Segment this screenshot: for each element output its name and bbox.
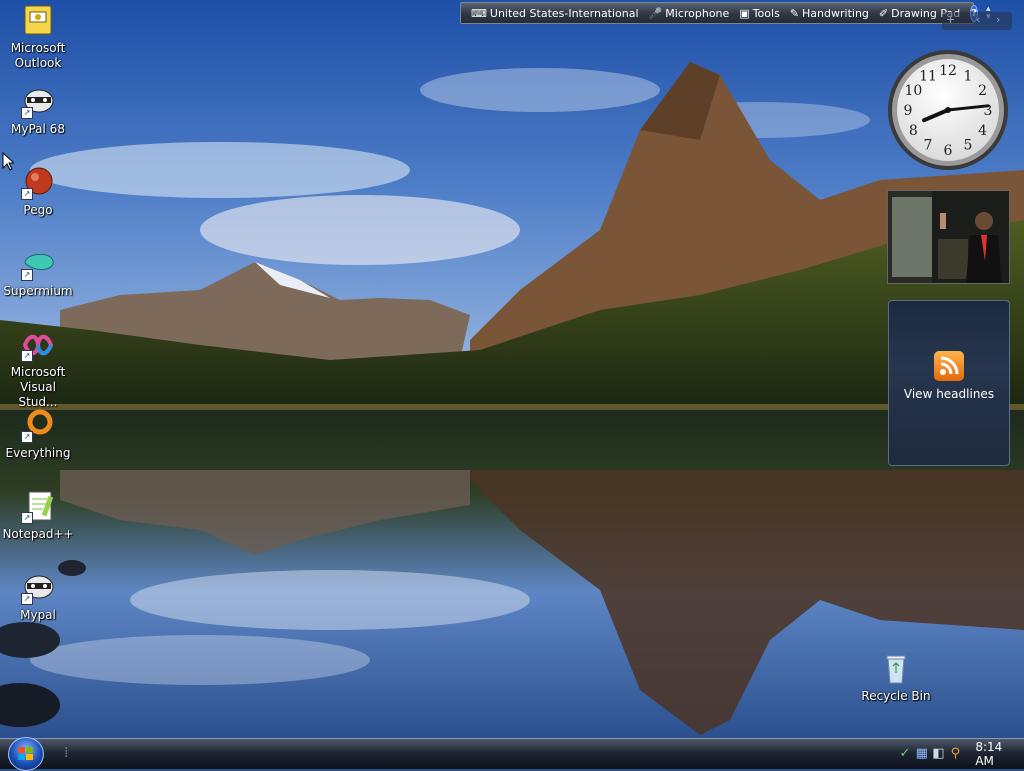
slideshow-gadget[interactable] bbox=[887, 190, 1010, 284]
desktop-icon-everything[interactable]: ↗ Everything bbox=[0, 409, 76, 461]
langbar-label: United States-International bbox=[489, 6, 639, 20]
clock-gadget[interactable]: 1 2 3 4 5 6 7 8 9 10 11 12 bbox=[886, 48, 1010, 172]
langbar-item-handwriting[interactable]: ✎ Handwriting bbox=[790, 7, 869, 20]
langbar-item-tools[interactable]: ▣ Tools bbox=[739, 7, 780, 20]
desktop-icon-supermium[interactable]: ↗ Supermium bbox=[0, 247, 76, 299]
start-button[interactable] bbox=[8, 737, 44, 771]
desktop-wallpaper bbox=[0, 0, 1024, 740]
visual-studio-icon: ↗ bbox=[21, 328, 55, 362]
tools-icon: ▣ bbox=[739, 6, 750, 20]
langbar-item-keyboard[interactable]: ⌨ United States-International bbox=[471, 7, 639, 20]
raccoon-icon: ↗ bbox=[21, 85, 55, 119]
taskbar: ⁞ ✓ ▦ ◧ ⚲ 8:14 AM bbox=[0, 737, 1024, 771]
desktop-icon-label: Microsoft Visual Stud... bbox=[10, 365, 66, 409]
sidebar-toolbar: + ‹ › bbox=[942, 12, 1012, 30]
desktop-icon-mypal[interactable]: ↗ Mypal bbox=[0, 571, 76, 623]
clock-numeral: 8 bbox=[909, 123, 918, 139]
desktop-icon-label: Everything bbox=[5, 446, 71, 460]
clock-numeral: 7 bbox=[924, 138, 933, 154]
monitor-icon[interactable]: ▦ bbox=[915, 747, 929, 761]
view-headlines-label: View headlines bbox=[903, 387, 995, 401]
feed-headlines-gadget[interactable]: View headlines bbox=[888, 300, 1010, 466]
pego-icon: ↗ bbox=[21, 166, 55, 200]
desktop-icon-label: Recycle Bin bbox=[861, 689, 931, 703]
desktop-icon-label: Notepad++ bbox=[2, 527, 74, 541]
mouse-cursor-icon bbox=[2, 151, 16, 175]
network-icon[interactable]: ✓ bbox=[898, 747, 912, 761]
recycle-bin-icon bbox=[879, 652, 913, 686]
outlook-icon bbox=[21, 4, 55, 38]
system-tray: ✓ ▦ ◧ ⚲ 8:14 AM bbox=[898, 739, 1024, 769]
desktop-icon-recycle-bin[interactable]: Recycle Bin bbox=[858, 652, 934, 704]
add-gadget-icon[interactable]: + bbox=[946, 13, 955, 26]
shortcut-arrow-icon: ↗ bbox=[21, 431, 33, 443]
drawing-pad-icon: ✐ bbox=[878, 6, 889, 20]
shortcut-arrow-icon: ↗ bbox=[21, 593, 33, 605]
clock-numeral: 11 bbox=[919, 68, 937, 84]
notepadpp-icon: ↗ bbox=[21, 490, 55, 524]
shortcut-arrow-icon: ↗ bbox=[21, 107, 33, 119]
pen-icon: ✎ bbox=[789, 6, 800, 20]
desktop-icon-label: Microsoft Outlook bbox=[10, 41, 66, 70]
clock-numeral: 10 bbox=[904, 83, 922, 99]
windows-logo-icon bbox=[18, 747, 33, 760]
keyboard-icon: ⌨ bbox=[471, 6, 487, 20]
raccoon-icon: ↗ bbox=[21, 571, 55, 605]
clock-numeral: 1 bbox=[964, 68, 973, 84]
clock-numeral: 2 bbox=[978, 83, 987, 99]
langbar-label: Tools bbox=[752, 6, 780, 20]
clock-numeral: 4 bbox=[978, 123, 987, 139]
desktop-icon-visual-studio[interactable]: ↗ Microsoft Visual Stud... bbox=[0, 328, 76, 410]
clock-numeral: 5 bbox=[964, 138, 973, 154]
supermium-icon: ↗ bbox=[21, 247, 55, 281]
desktop-icon-mypal68[interactable]: ↗ MyPal 68 bbox=[0, 85, 76, 137]
language-bar: ⌨ United States-International 🎤 Micropho… bbox=[460, 2, 991, 24]
desktop-icon-label: Supermium bbox=[3, 284, 73, 298]
langbar-label: Microphone bbox=[665, 6, 730, 20]
desktop-icon-label: MyPal 68 bbox=[11, 122, 65, 136]
microphone-icon: 🎤 bbox=[648, 6, 663, 20]
desktop-icon-outlook[interactable]: Microsoft Outlook bbox=[0, 4, 76, 71]
taskbar-clock[interactable]: 8:14 AM bbox=[975, 740, 1024, 768]
clock-numeral: 6 bbox=[944, 143, 953, 159]
desktop-icon-label: Mypal bbox=[20, 608, 56, 622]
rss-feed-icon bbox=[934, 351, 964, 381]
shortcut-arrow-icon: ↗ bbox=[21, 188, 33, 200]
shortcut-arrow-icon: ↗ bbox=[21, 350, 33, 362]
chevron-left-icon[interactable]: ‹ bbox=[976, 13, 980, 26]
langbar-label: Handwriting bbox=[802, 6, 869, 20]
desktop-icon-label: Pego bbox=[23, 203, 53, 217]
shortcut-arrow-icon: ↗ bbox=[21, 269, 33, 281]
taskbar-grip[interactable]: ⁞ bbox=[64, 745, 68, 761]
clock-numeral: 12 bbox=[939, 63, 957, 79]
volume-icon[interactable]: ◧ bbox=[932, 747, 946, 761]
slideshow-photo bbox=[888, 191, 1009, 283]
clock-numeral: 9 bbox=[904, 103, 913, 119]
search-icon[interactable]: ⚲ bbox=[948, 747, 962, 761]
everything-icon: ↗ bbox=[21, 409, 55, 443]
desktop-icon-notepadpp[interactable]: ↗ Notepad++ bbox=[0, 490, 76, 542]
shortcut-arrow-icon: ↗ bbox=[21, 512, 33, 524]
langbar-item-microphone[interactable]: 🎤 Microphone bbox=[649, 7, 730, 20]
chevron-right-icon[interactable]: › bbox=[996, 13, 1000, 26]
